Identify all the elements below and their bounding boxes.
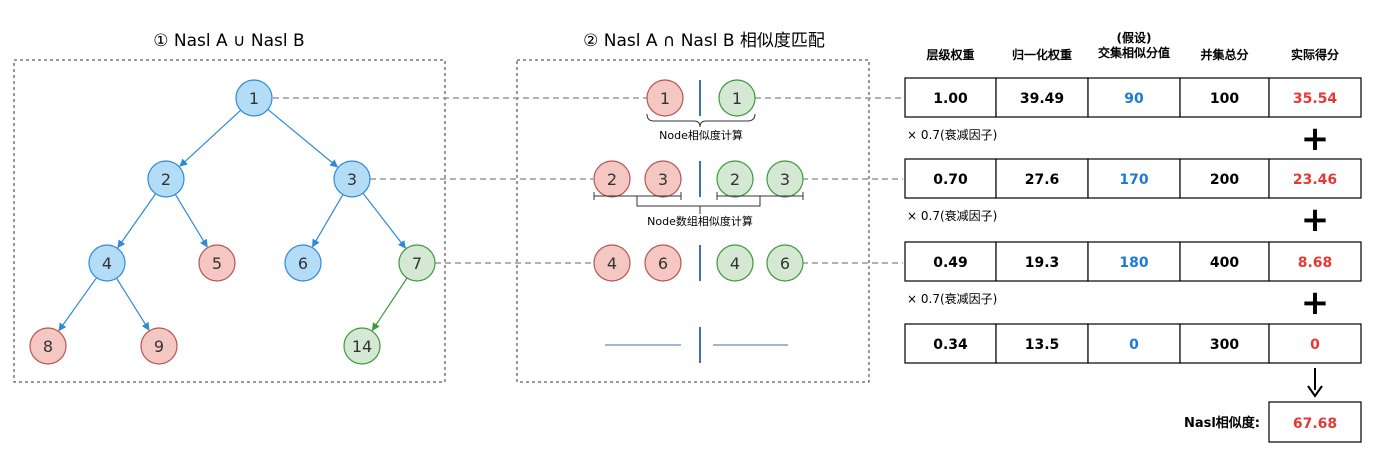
table-header-3: 并集总分 — [1200, 47, 1248, 62]
table-header-1: 归一化权重 — [1012, 47, 1072, 62]
match-right-node-label: 3 — [780, 170, 790, 189]
tree-nodes: 1 2 3 4 5 6 7 8 9 14 — [29, 79, 436, 365]
match-right-node-label: 4 — [730, 254, 740, 273]
union-frame — [13, 59, 446, 383]
section1-title: ① Nasl A ∪ Nasl B — [153, 31, 304, 51]
match-right-node-label: 6 — [780, 254, 790, 273]
table-cell-value: 0 — [1129, 337, 1139, 353]
result-label: Nasl相似度: — [1184, 415, 1260, 431]
table-cell-value: 8.68 — [1298, 255, 1333, 271]
table-header-0: 层级权重 — [926, 47, 974, 62]
table-cell-value: 100 — [1210, 91, 1239, 107]
tree-node-label: 6 — [298, 254, 308, 273]
decay-factor-label: × 0.7(衰减因子) — [907, 127, 997, 142]
diagram-stage: ① Nasl A ∪ Nasl B ② Nasl A ∩ Nasl B 相似度匹… — [0, 0, 1391, 461]
match-left-node-label: 1 — [660, 89, 670, 108]
tree-edge-n4-n9 — [116, 277, 150, 331]
node-sim-label: Node相似度计算 — [659, 128, 743, 142]
table-cell-value: 90 — [1124, 91, 1144, 107]
table-cell-value: 0.49 — [933, 255, 968, 271]
table-header-2: (假设)交集相似分值 — [1098, 30, 1170, 60]
table-cell-value: 170 — [1119, 172, 1148, 188]
tree-edge-n4-n8 — [58, 277, 98, 332]
result-value: 67.68 — [1293, 416, 1337, 432]
table-cell-value: 400 — [1210, 255, 1239, 271]
table-cell-value: 0.70 — [933, 172, 968, 188]
tree-edge-n3-n7 — [362, 192, 406, 249]
table-cell-value: 35.54 — [1293, 91, 1338, 107]
decay-factor-label: × 0.7(衰减因子) — [907, 208, 997, 223]
tree-edge-n7-n14 — [371, 277, 408, 331]
tree-edges — [58, 109, 408, 332]
array-sim-bracket — [593, 192, 804, 214]
array-sim-label: Node数组相似度计算 — [647, 214, 753, 228]
tree-node-label: 2 — [161, 170, 171, 189]
tree-edge-n3-n6 — [312, 194, 344, 248]
tree-edge-n1-n3 — [267, 109, 339, 168]
diagram-canvas: ① Nasl A ∪ Nasl B ② Nasl A ∩ Nasl B 相似度匹… — [13, 30, 1362, 443]
table-cell-value: 23.46 — [1293, 172, 1337, 188]
table-cell-value: 0 — [1310, 337, 1320, 353]
section2-title: ② Nasl A ∩ Nasl B 相似度匹配 — [583, 31, 825, 51]
tree-node-label: 9 — [154, 337, 164, 356]
match-right-node-label: 1 — [732, 89, 742, 108]
table-cell-value: 39.49 — [1020, 91, 1064, 107]
table-cell-value: 200 — [1210, 172, 1239, 188]
match-left-node-label: 2 — [607, 170, 617, 189]
tree-node-label: 1 — [249, 89, 259, 108]
score-table: 层级权重 归一化权重 (假设)交集相似分值并集总分 实际得分 1.00 39.49 90 10… — [904, 30, 1362, 443]
plus-icon: + — [1301, 200, 1330, 240]
match-left-node-label: 3 — [658, 170, 668, 189]
tree-node-label: 5 — [212, 254, 222, 273]
table-cell-value: 13.5 — [1025, 337, 1060, 353]
tree-edge-n2-n5 — [174, 194, 208, 248]
tree-node-label: 4 — [102, 254, 112, 273]
tree-node-label: 7 — [412, 254, 422, 273]
match-right-node-label: 2 — [730, 170, 740, 189]
table-cell-value: 1.00 — [933, 91, 968, 107]
plus-icon: + — [1301, 283, 1330, 323]
match-left-node-label: 4 — [607, 254, 617, 273]
table-cell-value: 300 — [1210, 337, 1239, 353]
match-left-node-label: 6 — [658, 254, 668, 273]
table-cell-value: 27.6 — [1025, 172, 1060, 188]
table-cell-value: 180 — [1119, 255, 1148, 271]
tree-node-label: 3 — [347, 170, 357, 189]
table-cell-value: 0.34 — [933, 337, 968, 353]
table-cell-value: 19.3 — [1025, 255, 1060, 271]
table-header-4: 实际得分 — [1291, 47, 1339, 62]
tree-edge-n1-n2 — [179, 109, 242, 167]
tree-node-label: 8 — [43, 337, 53, 356]
decay-factor-label: × 0.7(衰减因子) — [907, 291, 997, 306]
plus-icon: + — [1301, 119, 1330, 159]
tree-node-label: 14 — [352, 337, 372, 356]
tree-edge-n2-n4 — [117, 193, 157, 249]
